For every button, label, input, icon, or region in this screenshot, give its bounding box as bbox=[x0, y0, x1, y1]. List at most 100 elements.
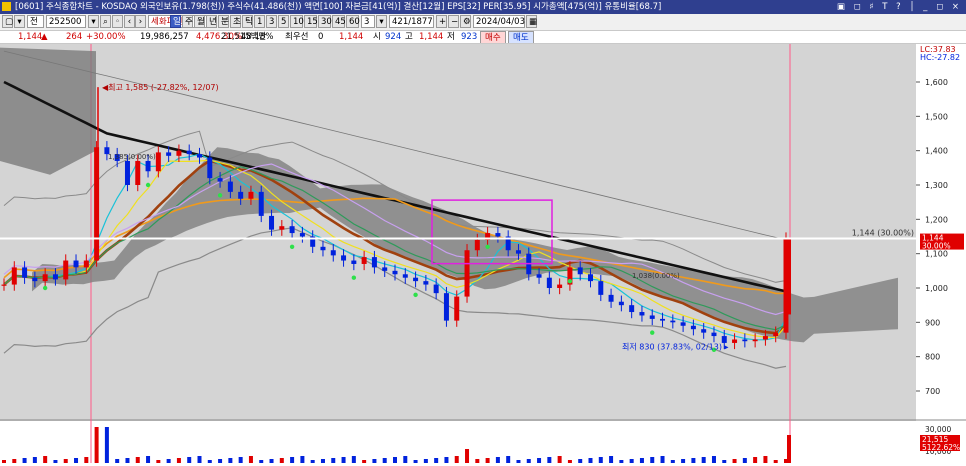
volume-bar bbox=[351, 456, 356, 463]
candle-body bbox=[629, 305, 635, 313]
candle-body bbox=[742, 339, 748, 342]
volume-bar bbox=[393, 457, 397, 463]
volume-bar bbox=[94, 427, 99, 463]
stock-code-input[interactable]: 252500 bbox=[46, 15, 86, 28]
volume-bar-last bbox=[787, 435, 791, 463]
minute-button-3[interactable]: 3 bbox=[266, 15, 277, 28]
candle-body bbox=[299, 233, 305, 237]
candle-body bbox=[762, 336, 768, 340]
candle-body bbox=[166, 152, 172, 156]
app-icon bbox=[2, 2, 11, 11]
candle-body bbox=[289, 226, 295, 234]
volume: 19,986,257 bbox=[140, 32, 189, 42]
volume-bar bbox=[176, 458, 181, 463]
candle-body bbox=[732, 339, 738, 343]
buy-button[interactable]: 매수 bbox=[480, 31, 506, 43]
volume-bar bbox=[711, 456, 716, 463]
volume-bar bbox=[629, 459, 634, 463]
candle-body bbox=[217, 178, 223, 182]
candle-body bbox=[382, 267, 388, 271]
volume-bar bbox=[382, 458, 387, 463]
price-change: 264 bbox=[66, 32, 83, 42]
volume-bar bbox=[104, 427, 109, 463]
candle-body bbox=[227, 181, 233, 192]
prev-stock-icon[interactable]: ‹ bbox=[124, 15, 135, 28]
high-label: 고 bbox=[405, 32, 413, 42]
signal-marker bbox=[289, 244, 295, 249]
market-mode-select[interactable]: 전 bbox=[27, 15, 44, 28]
candle-body bbox=[269, 215, 275, 230]
annotation-small-2: 1,038(0.00%) bbox=[632, 272, 680, 280]
signal-marker bbox=[145, 182, 151, 188]
layout-icon[interactable]: ▢ bbox=[2, 15, 13, 28]
settings-gear-icon[interactable]: ⚙ bbox=[460, 15, 471, 28]
period-tab-year[interactable]: 년 bbox=[206, 15, 217, 28]
candle-body bbox=[495, 233, 501, 237]
volume-bar bbox=[763, 456, 768, 463]
minute-button-1[interactable]: 1 bbox=[254, 15, 265, 28]
period-tab-month[interactable]: 월 bbox=[194, 15, 205, 28]
period-tab-second[interactable]: 초 bbox=[230, 15, 241, 28]
interval-dropdown-icon[interactable]: ▾ bbox=[376, 15, 387, 28]
period-tab-week[interactable]: 주 bbox=[182, 15, 193, 28]
volume-bar bbox=[146, 456, 151, 463]
minute-button-45[interactable]: 45 bbox=[332, 15, 346, 28]
info-icon[interactable]: ◦ bbox=[112, 15, 123, 28]
minute-button-15[interactable]: 15 bbox=[304, 15, 318, 28]
candle-body bbox=[371, 257, 377, 268]
low-annotation: 최저 830 (37.83%, 02/13) ▸ bbox=[622, 341, 729, 351]
volume-bar bbox=[557, 456, 562, 463]
zoom-out-icon[interactable]: − bbox=[448, 15, 459, 28]
signal-marker bbox=[567, 278, 573, 284]
y-tick-label: 1,300 bbox=[925, 181, 948, 190]
candle-body bbox=[536, 274, 542, 278]
candle-body bbox=[515, 250, 521, 254]
minute-button-60[interactable]: 60 bbox=[346, 15, 360, 28]
candle-body bbox=[155, 152, 161, 172]
minute-button-30[interactable]: 30 bbox=[318, 15, 332, 28]
candle-body bbox=[464, 250, 470, 297]
volume-bar bbox=[22, 458, 27, 463]
volume-bar bbox=[197, 456, 202, 463]
period-tab-tick[interactable]: 틱 bbox=[242, 15, 253, 28]
price-up-arrow-icon: ▲ bbox=[41, 32, 48, 42]
volume-tag-pct: 5122.62% bbox=[922, 443, 960, 452]
minute-button-10[interactable]: 10 bbox=[290, 15, 304, 28]
volume-bar bbox=[454, 456, 459, 463]
window-title: [0601] 주식종합차트 - KOSDAQ 외국인보유(1.798(천)) 주… bbox=[15, 2, 662, 12]
volume-bar bbox=[485, 458, 490, 463]
price-chart-area[interactable]: 1,144 (30.00%) ◀최고 1,585 (-27.82%, 12/07)… bbox=[0, 44, 966, 463]
volume-bar bbox=[12, 459, 17, 463]
window-controls[interactable]: ▣ ◻ ♯ T ? │ _ ◻ × bbox=[832, 0, 966, 14]
candle-body bbox=[433, 284, 439, 294]
open-label: 시 bbox=[373, 32, 381, 42]
volume-bar bbox=[588, 458, 593, 463]
candle-body bbox=[124, 160, 130, 185]
range-count[interactable]: 421/1877 bbox=[389, 15, 434, 28]
candle-body bbox=[279, 226, 285, 230]
minute-button-5[interactable]: 5 bbox=[278, 15, 289, 28]
date-input[interactable]: 2024/04/03 bbox=[473, 15, 525, 28]
code-dropdown-icon[interactable]: ▾ bbox=[88, 15, 99, 28]
interval-input[interactable]: 3 bbox=[361, 15, 375, 28]
ichimoku-cloud-early bbox=[0, 47, 96, 175]
next-stock-icon[interactable]: › bbox=[135, 15, 146, 28]
search-icon[interactable]: ⌕ bbox=[100, 15, 111, 28]
candle-body bbox=[238, 191, 244, 199]
volume-bar bbox=[32, 457, 37, 463]
candle-body bbox=[341, 255, 347, 261]
period-tab-minute[interactable]: 분 bbox=[218, 15, 229, 28]
dropdown-icon[interactable]: ▾ bbox=[14, 15, 25, 28]
candle-body bbox=[73, 260, 79, 268]
volume-bar bbox=[650, 457, 655, 463]
calendar-icon[interactable]: ▦ bbox=[526, 15, 537, 28]
signal-marker bbox=[650, 330, 655, 335]
zoom-in-icon[interactable]: + bbox=[436, 15, 447, 28]
window-title-bar: [0601] 주식종합차트 - KOSDAQ 외국인보유(1.798(천)) 주… bbox=[0, 0, 966, 14]
sell-button[interactable]: 매도 bbox=[508, 31, 534, 43]
candle-body bbox=[207, 157, 213, 179]
period-tab-day[interactable]: 일 bbox=[170, 15, 181, 28]
price-change-pct: +30.00% bbox=[86, 32, 126, 42]
candle-body bbox=[752, 339, 758, 342]
price-chart[interactable]: 1,144 (30.00%) ◀최고 1,585 (-27.82%, 12/07)… bbox=[0, 44, 966, 463]
